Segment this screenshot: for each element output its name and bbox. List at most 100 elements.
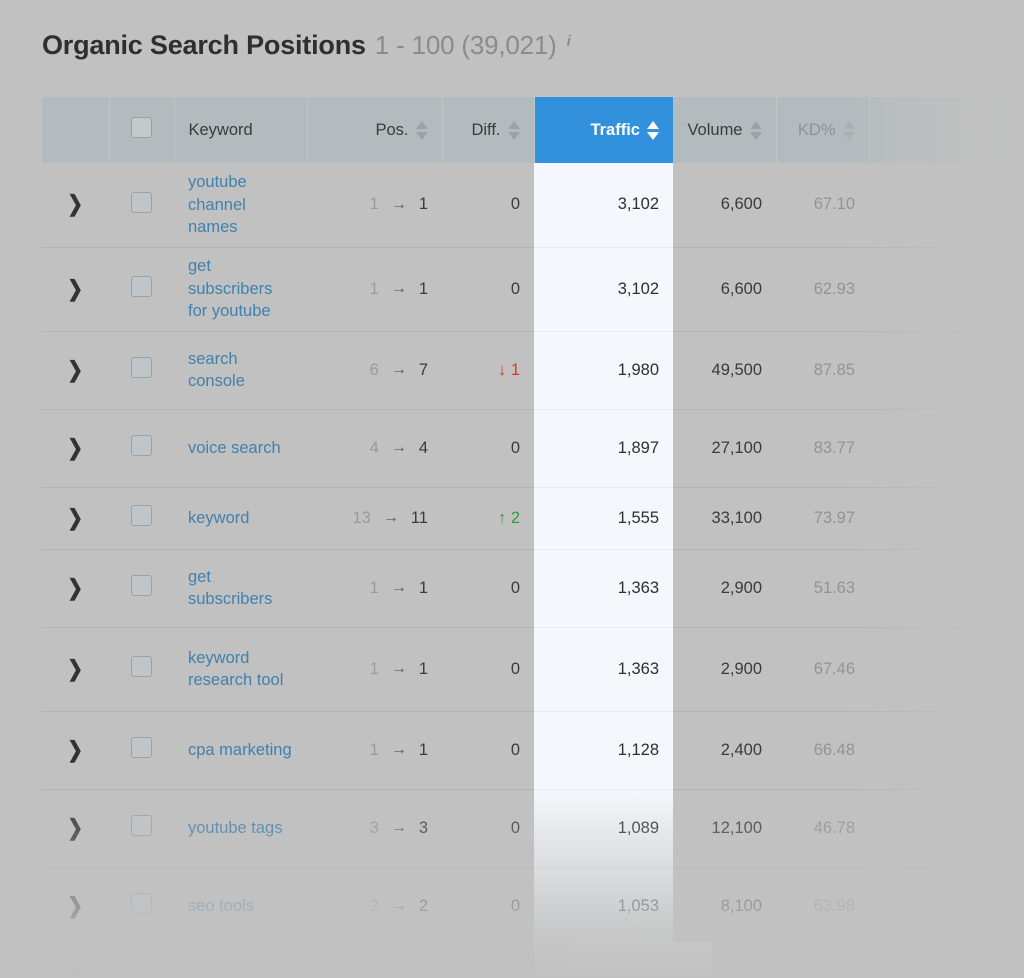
chevron-right-icon[interactable]: ❯ bbox=[68, 894, 84, 917]
table-row[interactable]: ❯ backlinko 1 → 1 0 1,040 1,300 63.38 bbox=[42, 945, 1024, 978]
keyword-cell[interactable]: youtube channel names bbox=[174, 163, 307, 248]
sort-arrows-icon[interactable] bbox=[507, 120, 520, 140]
sort-arrows-icon[interactable] bbox=[749, 120, 762, 140]
keyword-link[interactable]: get subscribers for youtube bbox=[188, 255, 293, 322]
column-header-traffic-label: Traffic bbox=[590, 120, 640, 139]
diff-value: 0 bbox=[510, 818, 520, 837]
keyword-link[interactable]: backlinko bbox=[188, 965, 257, 978]
position-cell: 13 → 11 bbox=[307, 487, 442, 550]
keyword-link[interactable]: voice search bbox=[188, 437, 281, 459]
keyword-cell[interactable]: search console bbox=[174, 331, 307, 410]
table-row[interactable]: ❯ cpa marketing 1 → 1 0 1,128 2,400 66.48 13. bbox=[42, 711, 1024, 790]
row-expand-cell[interactable]: ❯ bbox=[42, 549, 109, 628]
row-checkbox[interactable] bbox=[131, 893, 152, 914]
sort-arrows-icon[interactable] bbox=[842, 120, 855, 140]
row-expand-cell[interactable]: ❯ bbox=[42, 789, 109, 868]
keyword-cell[interactable]: voice search bbox=[174, 409, 307, 488]
keyword-cell[interactable]: get subscribers for youtube bbox=[174, 247, 307, 332]
row-expand-cell[interactable]: ❯ bbox=[42, 487, 109, 550]
chevron-right-icon[interactable]: ❯ bbox=[68, 816, 84, 839]
select-all-checkbox[interactable] bbox=[131, 117, 152, 138]
row-select-cell[interactable] bbox=[109, 247, 174, 332]
row-expand-cell[interactable]: ❯ bbox=[42, 331, 109, 410]
chevron-right-icon[interactable]: ❯ bbox=[68, 277, 84, 300]
row-select-cell[interactable] bbox=[109, 711, 174, 790]
sort-arrows-icon[interactable] bbox=[647, 120, 659, 140]
row-expand-cell[interactable]: ❯ bbox=[42, 867, 109, 946]
column-header-select-all[interactable] bbox=[109, 97, 175, 163]
chevron-right-icon[interactable]: ❯ bbox=[68, 506, 84, 529]
row-checkbox[interactable] bbox=[131, 575, 152, 596]
row-select-cell[interactable] bbox=[109, 409, 174, 488]
row-select-cell[interactable] bbox=[109, 163, 174, 248]
column-header-traffic[interactable]: Traffic bbox=[534, 97, 673, 163]
row-select-cell[interactable] bbox=[109, 867, 174, 946]
chevron-right-icon[interactable]: ❯ bbox=[68, 964, 84, 978]
row-checkbox[interactable] bbox=[131, 357, 152, 378]
keyword-cell[interactable]: keyword bbox=[174, 487, 307, 550]
row-select-cell[interactable] bbox=[109, 627, 174, 712]
row-checkbox[interactable] bbox=[131, 435, 152, 456]
table-row[interactable]: ❯ get subscribers for youtube 1 → 1 0 3,102 6,6… bbox=[42, 247, 1024, 332]
chevron-right-icon[interactable]: ❯ bbox=[68, 436, 84, 459]
traffic-cell: 3,102 bbox=[534, 163, 673, 248]
chevron-right-icon[interactable]: ❯ bbox=[68, 358, 84, 381]
position-cell: 1 → 1 bbox=[307, 247, 442, 332]
chevron-right-icon[interactable]: ❯ bbox=[68, 738, 84, 761]
keyword-link[interactable]: youtube channel names bbox=[188, 171, 293, 238]
keyword-link[interactable]: get subscribers bbox=[188, 566, 293, 611]
row-expand-cell[interactable]: ❯ bbox=[42, 711, 109, 790]
keyword-link[interactable]: seo tools bbox=[188, 895, 254, 917]
row-select-cell[interactable] bbox=[109, 331, 174, 410]
row-checkbox[interactable] bbox=[131, 737, 152, 758]
keyword-cell[interactable]: youtube tags bbox=[174, 789, 307, 868]
keyword-link[interactable]: keyword research tool bbox=[188, 647, 293, 692]
column-header-cpc[interactable]: CPC (USD) bbox=[869, 97, 1024, 163]
position-new: 1 bbox=[418, 195, 428, 214]
keyword-link[interactable]: search console bbox=[188, 348, 293, 393]
sort-arrows-icon[interactable] bbox=[415, 120, 428, 140]
table-row[interactable]: ❯ search console 6 → 7 ↓ 1 1,980 49,500 87.85 1. bbox=[42, 331, 1024, 410]
table-row[interactable]: ❯ get subscribers 1 → 1 0 1,363 2,900 51.63 0. bbox=[42, 549, 1024, 628]
column-header-volume-label: Volume bbox=[687, 120, 743, 139]
table-row[interactable]: ❯ seo tools 2 → 2 0 1,053 8,100 63.98 1. bbox=[42, 867, 1024, 946]
row-select-cell[interactable] bbox=[109, 549, 174, 628]
row-expand-cell[interactable]: ❯ bbox=[42, 627, 109, 712]
table-row[interactable]: ❯ keyword research tool 1 → 1 0 1,363 2,900 67.4… bbox=[42, 627, 1024, 712]
info-icon[interactable]: i bbox=[567, 33, 571, 50]
row-expand-cell[interactable]: ❯ bbox=[42, 945, 109, 978]
table-row[interactable]: ❯ youtube tags 3 → 3 0 1,089 12,100 46.78 1. bbox=[42, 789, 1024, 868]
column-header-keyword[interactable]: Keyword bbox=[174, 97, 308, 163]
keyword-cell[interactable]: get subscribers bbox=[174, 549, 307, 628]
row-select-cell[interactable] bbox=[109, 945, 174, 978]
keyword-link[interactable]: youtube tags bbox=[188, 817, 283, 839]
chevron-right-icon[interactable]: ❯ bbox=[68, 193, 84, 215]
row-select-cell[interactable] bbox=[109, 789, 174, 868]
keyword-link[interactable]: cpa marketing bbox=[188, 739, 292, 761]
row-checkbox[interactable] bbox=[131, 656, 152, 677]
row-expand-cell[interactable]: ❯ bbox=[42, 163, 109, 248]
column-header-pos[interactable]: Pos. bbox=[307, 97, 443, 163]
row-select-cell[interactable] bbox=[109, 487, 174, 550]
keyword-cell[interactable]: keyword research tool bbox=[174, 627, 307, 712]
table-row[interactable]: ❯ youtube channel names 1 → 1 0 3,102 6,600 67.1… bbox=[42, 163, 1024, 248]
table-row[interactable]: ❯ voice search 4 → 4 0 1,897 27,100 83.77 0. bbox=[42, 409, 1024, 488]
row-checkbox[interactable] bbox=[131, 815, 152, 836]
keyword-cell[interactable]: seo tools bbox=[174, 867, 307, 946]
row-checkbox[interactable] bbox=[131, 191, 152, 213]
keyword-link[interactable]: keyword bbox=[188, 507, 249, 529]
column-header-volume[interactable]: Volume bbox=[673, 97, 777, 163]
chevron-right-icon[interactable]: ❯ bbox=[68, 657, 84, 680]
table-row[interactable]: ❯ keyword 13 → 11 ↑ 2 1,555 33,100 73.97 4. bbox=[42, 487, 1024, 550]
keyword-cell[interactable]: backlinko bbox=[174, 945, 307, 978]
row-checkbox[interactable] bbox=[131, 963, 152, 978]
row-checkbox[interactable] bbox=[131, 276, 152, 297]
column-header-diff[interactable]: Diff. bbox=[442, 97, 535, 163]
row-expand-cell[interactable]: ❯ bbox=[42, 247, 109, 332]
column-header-kd[interactable]: KD% bbox=[776, 97, 870, 163]
row-checkbox[interactable] bbox=[131, 505, 152, 526]
kd-cell: 67.46 bbox=[776, 627, 869, 712]
row-expand-cell[interactable]: ❯ bbox=[42, 409, 109, 488]
chevron-right-icon[interactable]: ❯ bbox=[68, 576, 84, 599]
keyword-cell[interactable]: cpa marketing bbox=[174, 711, 307, 790]
